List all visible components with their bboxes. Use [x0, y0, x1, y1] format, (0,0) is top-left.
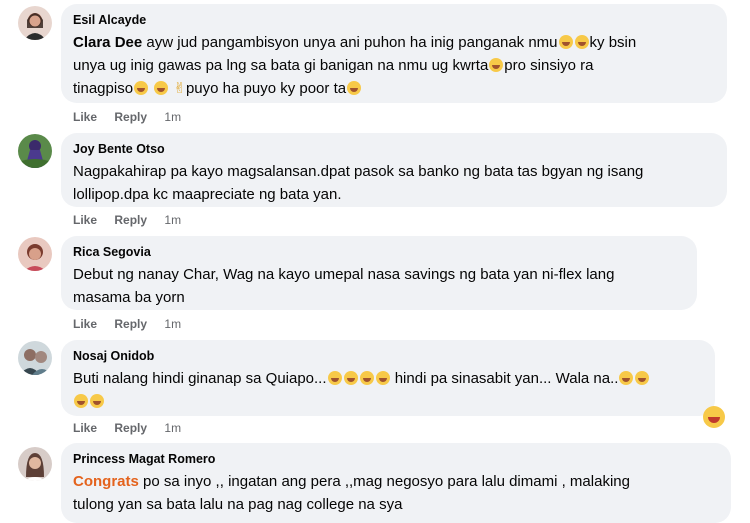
comment-actions: Like Reply 1m	[73, 317, 195, 331]
comment-actions: Like Reply 1m	[73, 213, 195, 227]
like-button[interactable]: Like	[73, 317, 97, 331]
comment-text-part: Nagpakahirap pa kayo magsalansan.dpat pa…	[73, 163, 644, 180]
laughing-emoji-icon	[619, 371, 634, 385]
laughing-emoji-icon	[489, 58, 504, 72]
comment-text-part: masama ba yorn	[73, 289, 185, 306]
avatar[interactable]	[18, 134, 52, 168]
like-button[interactable]: Like	[73, 110, 97, 124]
laughing-emoji-icon	[327, 371, 342, 385]
comment-text-part: pro sinsiyo ra	[504, 57, 594, 74]
reply-button[interactable]: Reply	[114, 213, 147, 227]
comment-text-part: lollipop.dpa kc maapreciate ng bata yan.	[73, 186, 342, 203]
comment-bubble: Esil Alcayde Clara Dee ayw jud pangambis…	[61, 4, 727, 103]
comment-text: Congrats po sa inyo ,, ingatan ang pera …	[73, 470, 719, 516]
laughing-emoji-icon	[359, 371, 374, 385]
comment-text: Buti nalang hindi ginanap sa Quiapo... h…	[73, 367, 703, 413]
like-button[interactable]: Like	[73, 213, 97, 227]
comment-text-part: ayw jud pangambisyon unya ani puhon ha i…	[146, 34, 558, 51]
comment-author[interactable]: Rica Segovia	[73, 244, 685, 261]
comment-text-part: tulong yan sa bata lalu na pag nag colle…	[73, 496, 403, 513]
comment-timestamp[interactable]: 1m	[164, 421, 181, 435]
comment-actions: Like Reply 1m	[73, 110, 195, 124]
comment-author[interactable]: Esil Alcayde	[73, 12, 715, 29]
comment-text-part: Debut ng nanay Char, Wag na kayo umepal …	[73, 266, 615, 283]
comment-author[interactable]: Princess Magat Romero	[73, 451, 719, 468]
grimace-emoji-icon	[154, 81, 169, 95]
comment-text-part: hindi pa sinasabit yan... Wala na..	[394, 370, 619, 387]
comment-text-part: po sa inyo ,, ingatan ang pera ,,mag neg…	[143, 473, 630, 490]
comment-text-part: unya ug inig gawas pa lng sa bata gi ban…	[73, 57, 489, 74]
reply-button[interactable]: Reply	[114, 110, 147, 124]
avatar[interactable]	[18, 447, 52, 481]
comment-author[interactable]: Joy Bente Otso	[73, 141, 715, 158]
rofl-emoji-icon	[90, 394, 104, 408]
avatar[interactable]	[18, 341, 52, 375]
victory-hand-emoji-icon: ✌	[173, 80, 186, 97]
laughing-emoji-icon	[74, 394, 88, 408]
avatar[interactable]	[18, 6, 52, 40]
comment-text-part: ky bsin	[589, 34, 637, 51]
rofl-emoji-icon	[635, 371, 650, 385]
avatar[interactable]	[18, 237, 52, 271]
rofl-emoji-icon	[343, 371, 358, 385]
comment-bubble: Joy Bente Otso Nagpakahirap pa kayo mags…	[61, 133, 727, 207]
comment-bubble: Princess Magat Romero Congrats po sa iny…	[61, 443, 731, 523]
comment-text: Debut ng nanay Char, Wag na kayo umepal …	[73, 263, 685, 309]
smile-emoji-icon	[347, 81, 362, 95]
comment-text: Nagpakahirap pa kayo magsalansan.dpat pa…	[73, 160, 715, 206]
like-button[interactable]: Like	[73, 421, 97, 435]
comment-author[interactable]: Nosaj Onidob	[73, 348, 703, 365]
comment-text-part: Buti nalang hindi ginanap sa Quiapo...	[73, 370, 327, 387]
reply-button[interactable]: Reply	[114, 421, 147, 435]
comment-text-part: puyo ha puyo ky poor ta	[185, 80, 347, 97]
comment-text: Clara Dee ayw jud pangambisyon unya ani …	[73, 31, 715, 100]
reaction-emoji-icon[interactable]	[703, 406, 725, 428]
comment-actions: Like Reply 1m	[73, 421, 195, 435]
comment-text-part: tinagpiso	[73, 80, 134, 97]
comment-timestamp[interactable]: 1m	[164, 213, 181, 227]
reply-button[interactable]: Reply	[114, 317, 147, 331]
comment-bubble: Rica Segovia Debut ng nanay Char, Wag na…	[61, 236, 697, 310]
laughing-emoji-icon	[558, 35, 573, 49]
comment-bubble: Nosaj Onidob Buti nalang hindi ginanap s…	[61, 340, 715, 416]
mention-link[interactable]: Congrats	[73, 473, 139, 490]
comment-timestamp[interactable]: 1m	[164, 317, 181, 331]
comment-timestamp[interactable]: 1m	[164, 110, 181, 124]
rofl-emoji-icon	[375, 371, 390, 385]
mention-link[interactable]: Clara Dee	[73, 34, 142, 51]
grimace-emoji-icon	[134, 81, 149, 95]
laughing-emoji-icon	[574, 35, 589, 49]
